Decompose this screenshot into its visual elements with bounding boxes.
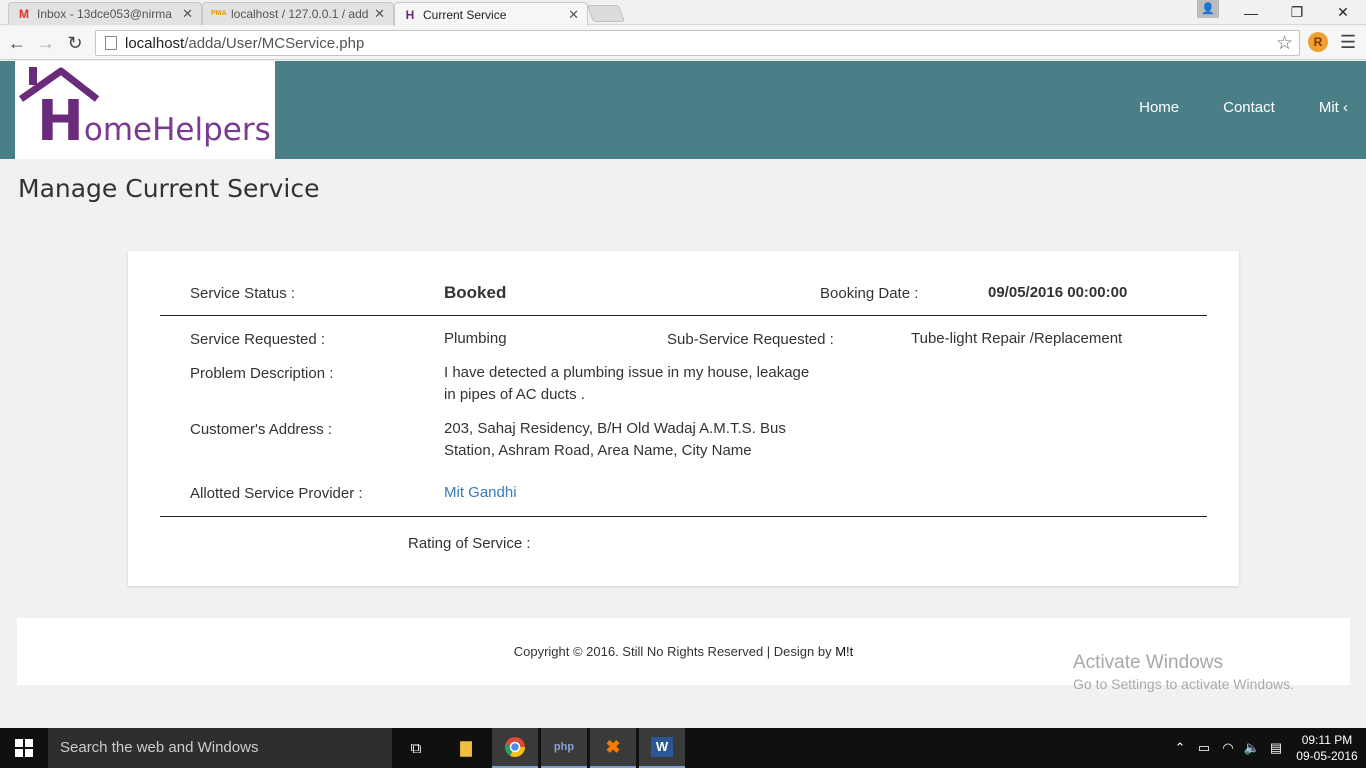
homehelpers-favicon: H	[405, 7, 415, 22]
close-tab-icon[interactable]: ✕	[374, 6, 385, 22]
rating-label: Rating of Service :	[408, 535, 531, 552]
browser-toolbar: ← → ↻ localhost/adda/User/MCService.php …	[0, 26, 1366, 60]
close-window-icon[interactable]: ✕	[1320, 0, 1366, 25]
wifi-icon[interactable]: ◠	[1216, 740, 1240, 756]
windows-start-icon[interactable]	[0, 728, 48, 768]
volume-icon[interactable]: 🔈	[1240, 740, 1264, 756]
divider	[160, 315, 1207, 316]
tab-phpmyadmin[interactable]: PMA localhost / 127.0.0.1 / add ✕	[202, 2, 394, 25]
notifications-icon[interactable]: ▤	[1264, 740, 1288, 756]
customer-address-value: 203, Sahaj Residency, B/H Old Wadaj A.M.…	[444, 420, 786, 459]
divider	[160, 516, 1207, 517]
phpmyadmin-icon: PMA	[211, 10, 227, 17]
booking-date-value: 09/05/2016 00:00:00	[988, 284, 1128, 301]
url-host: localhost	[125, 34, 185, 52]
service-status-value: Booked	[444, 283, 507, 302]
customer-address-label: Customer's Address :	[190, 421, 333, 438]
nav-home[interactable]: Home	[1139, 99, 1179, 116]
browser-tab-bar: M Inbox - 13dce053@nirma ✕ PMA localhost…	[0, 0, 1366, 26]
main-nav: Home Contact Mit ‹	[1139, 99, 1348, 116]
back-icon[interactable]: ←	[5, 31, 29, 55]
taskbar: Search the web and Windows ⧉ ▇ php ✖ W ⌃…	[0, 728, 1366, 768]
menu-icon[interactable]: ☰	[1340, 32, 1356, 53]
service-status-label: Service Status :	[190, 285, 296, 302]
tab-title: Inbox - 13dce053@nirma	[37, 7, 172, 21]
service-card: Service Status : Booked Booking Date : 0…	[128, 251, 1239, 586]
nav-user-menu[interactable]: Mit ‹	[1319, 99, 1348, 116]
new-tab-button[interactable]	[586, 5, 626, 22]
close-tab-icon[interactable]: ✕	[568, 7, 579, 23]
chevron-left-icon: ‹	[1343, 99, 1348, 116]
reload-icon[interactable]: ↻	[63, 31, 87, 55]
tab-title: Current Service	[423, 7, 507, 22]
battery-icon[interactable]: ▭	[1192, 740, 1216, 756]
word-icon[interactable]: W	[639, 728, 685, 768]
extension-icon[interactable]: R	[1308, 32, 1328, 52]
booking-date-label: Booking Date :	[820, 285, 919, 302]
restore-icon[interactable]: ❐	[1274, 0, 1320, 25]
clock[interactable]: 09:11 PM 09-05-2016	[1288, 732, 1366, 764]
minimize-icon[interactable]: —	[1228, 0, 1274, 25]
system-tray: ⌃ ▭ ◠ 🔈 ▤ 09:11 PM 09-05-2016	[1168, 728, 1366, 768]
bookmark-star-icon[interactable]: ☆	[1276, 32, 1293, 55]
tab-current-service[interactable]: H Current Service ✕	[394, 2, 588, 26]
task-view-icon[interactable]: ⧉	[393, 728, 439, 768]
taskbar-search-input[interactable]: Search the web and Windows	[48, 728, 392, 768]
page-title: Manage Current Service	[18, 174, 320, 203]
logo[interactable]: HomeHelpers	[15, 61, 275, 159]
xampp-icon[interactable]: ✖	[590, 728, 636, 768]
sub-service-label: Sub-Service Requested :	[667, 331, 834, 348]
nav-contact[interactable]: Contact	[1223, 99, 1275, 116]
tab-gmail[interactable]: M Inbox - 13dce053@nirma ✕	[8, 2, 202, 25]
site-header: HomeHelpers Home Contact Mit ‹	[0, 61, 1366, 159]
gmail-icon: M	[19, 7, 29, 21]
problem-description-label: Problem Description :	[190, 365, 334, 382]
service-requested-label: Service Requested :	[190, 331, 326, 348]
tab-title: localhost / 127.0.0.1 / add	[231, 7, 369, 21]
php-editor-icon[interactable]: php	[541, 728, 587, 768]
address-bar[interactable]: localhost/adda/User/MCService.php ☆	[95, 30, 1300, 56]
service-provider-link[interactable]: Mit Gandhi	[444, 482, 517, 504]
sub-service-value: Tube-light Repair /Replacement	[911, 330, 1123, 347]
logo-text: HomeHelpers	[37, 89, 271, 154]
chevron-up-icon[interactable]: ⌃	[1168, 740, 1192, 756]
service-provider-label: Allotted Service Provider :	[190, 485, 363, 502]
activate-windows-watermark: Activate Windows Go to Settings to activ…	[1073, 652, 1294, 692]
close-tab-icon[interactable]: ✕	[182, 6, 193, 22]
designer-name: M!t	[835, 644, 854, 659]
page-icon	[105, 36, 117, 50]
file-explorer-icon[interactable]: ▇	[443, 728, 489, 768]
forward-icon[interactable]: →	[34, 31, 58, 55]
profile-icon[interactable]: 👤	[1197, 0, 1219, 18]
service-requested-value: Plumbing	[444, 330, 507, 347]
chrome-icon[interactable]	[492, 728, 538, 768]
url-path: /adda/User/MCService.php	[184, 34, 365, 52]
problem-description-value: I have detected a plumbing issue in my h…	[444, 364, 810, 403]
